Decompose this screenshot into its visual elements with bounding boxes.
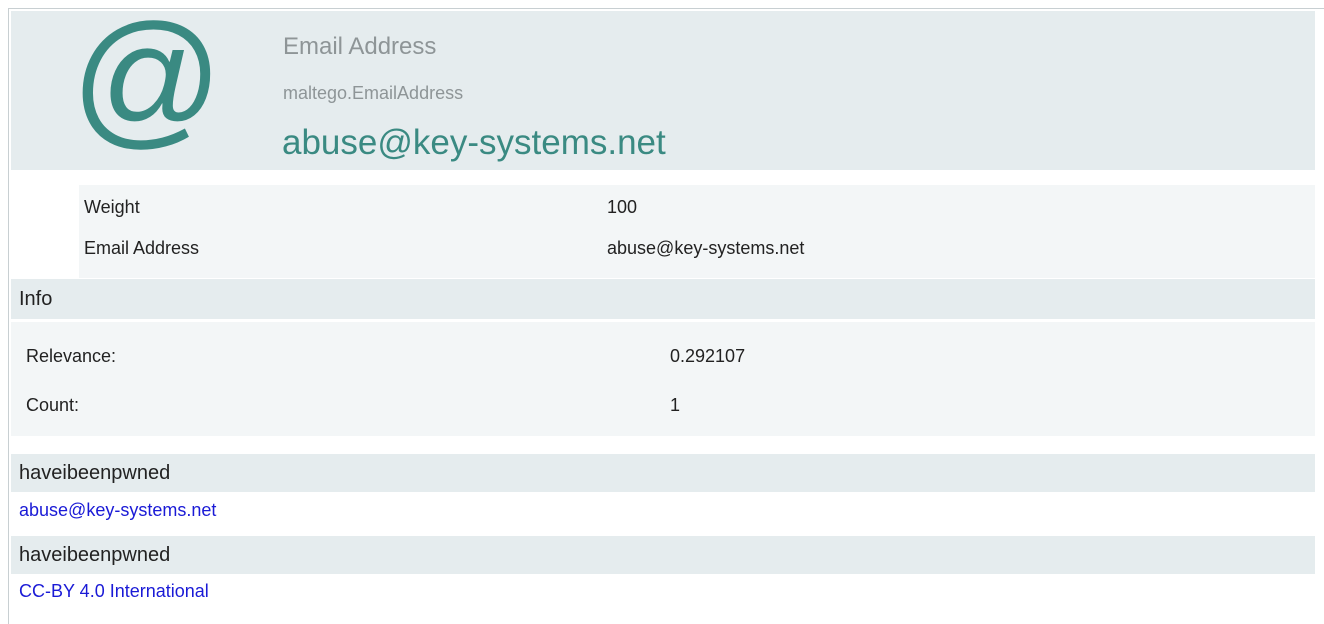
entity-detail-panel: @ Email Address maltego.EmailAddress abu… bbox=[8, 8, 1324, 624]
info-key: Count: bbox=[26, 395, 80, 415]
entity-type-name: Email Address bbox=[283, 33, 437, 60]
info-section-title: Info bbox=[11, 279, 1315, 319]
source-section-title: haveibeenpwned bbox=[11, 536, 1315, 574]
entity-type-id: maltego.EmailAddress bbox=[283, 83, 464, 103]
info-section: Relevance: 0.292107 Count: 1 bbox=[11, 322, 1315, 436]
property-value: 100 bbox=[607, 197, 638, 217]
entity-properties: Weight 100 Email Address abuse@key-syste… bbox=[79, 185, 1315, 278]
property-key: Weight bbox=[84, 197, 140, 217]
license-link-row: CC-BY 4.0 International bbox=[11, 581, 1315, 602]
source-link[interactable]: abuse@key-systems.net bbox=[19, 500, 216, 520]
property-value: abuse@key-systems.net bbox=[607, 238, 805, 258]
info-value: 0.292107 bbox=[670, 346, 746, 366]
source-link-row: abuse@key-systems.net bbox=[11, 500, 1315, 521]
at-sign-icon: @ bbox=[81, 11, 216, 161]
info-key: Relevance: bbox=[26, 346, 117, 366]
source-section-title: haveibeenpwned bbox=[11, 454, 1315, 492]
entity-header: @ Email Address maltego.EmailAddress abu… bbox=[11, 11, 1315, 170]
property-row: Weight 100 bbox=[79, 197, 1315, 227]
info-value: 1 bbox=[670, 395, 681, 415]
property-key: Email Address bbox=[84, 238, 200, 258]
property-row: Email Address abuse@key-systems.net bbox=[79, 238, 1315, 268]
svg-text:@: @ bbox=[81, 11, 216, 161]
entity-value: abuse@key-systems.net bbox=[282, 123, 666, 162]
license-link[interactable]: CC-BY 4.0 International bbox=[19, 581, 209, 601]
